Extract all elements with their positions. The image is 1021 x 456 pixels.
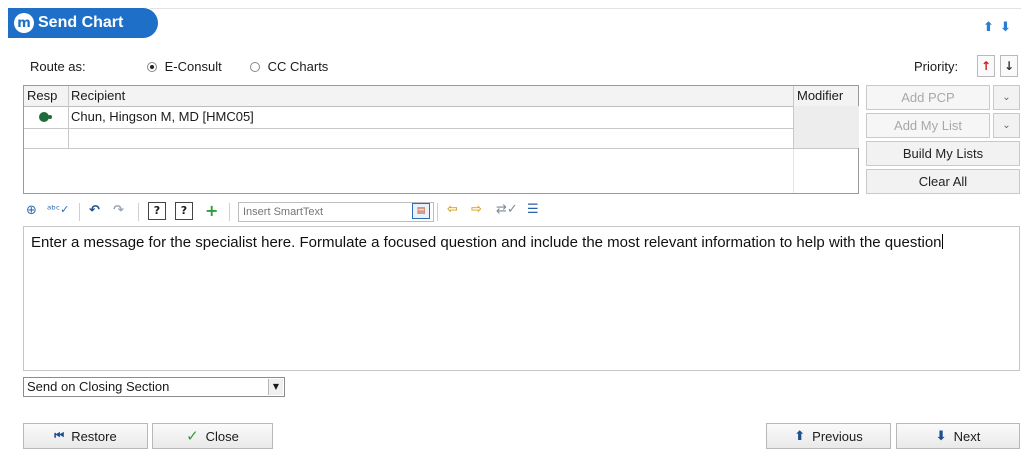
checkmark-icon: ✓	[186, 427, 199, 445]
add-my-list-button[interactable]: Add My List	[866, 113, 990, 138]
restore-icon: ⏮	[54, 429, 65, 442]
window-title: Send Chart	[38, 14, 124, 31]
smarttext-picker-icon[interactable]: ▤	[412, 203, 430, 219]
toolbar-divider	[437, 203, 438, 221]
smartlink-help-icon[interactable]: ?	[175, 202, 193, 220]
add-smarttext-icon[interactable]: +	[205, 201, 218, 220]
send-on-select-value: Send on Closing Section	[27, 379, 170, 394]
insert-smarttext-input[interactable]	[238, 202, 434, 222]
previous-field-icon[interactable]: ⇦	[447, 202, 458, 217]
route-as-label: Route as:	[30, 59, 86, 74]
col-header-recipient[interactable]: Recipient	[68, 86, 793, 105]
close-button[interactable]: ✓ Close	[152, 423, 273, 449]
app-logo-icon: m	[14, 13, 34, 33]
arrow-down-icon: ⬇	[935, 428, 947, 444]
clear-all-button[interactable]: Clear All	[866, 169, 1020, 194]
col-header-modifier[interactable]: Modifier	[794, 86, 858, 105]
chevron-down-icon: ⌄	[1002, 120, 1011, 131]
route-option-cc-charts[interactable]: CC Charts	[250, 59, 328, 74]
previous-label: Previous	[812, 428, 863, 444]
econsult-radio[interactable]	[147, 62, 157, 72]
cc-charts-radio[interactable]	[250, 62, 260, 72]
next-field-icon[interactable]: ⇨	[471, 202, 482, 217]
priority-down-arrow-icon: ↓	[1003, 59, 1015, 73]
window-title-bar: m Send Chart	[8, 8, 158, 38]
message-text: Enter a message for the specialist here.…	[31, 234, 942, 251]
zoom-icon[interactable]: ⊕	[26, 203, 37, 218]
send-on-select[interactable]: Send on Closing Section ▼	[23, 377, 285, 397]
toolbar-divider	[79, 203, 80, 221]
col-header-resp[interactable]: Resp	[24, 86, 68, 105]
modifier-column-bg	[794, 106, 859, 148]
next-label: Next	[953, 428, 981, 444]
priority-up-arrow-icon: ↑	[980, 59, 992, 73]
recipient-empty-cell[interactable]	[68, 128, 793, 148]
text-caret	[941, 234, 943, 249]
add-my-list-dropdown[interactable]: ⌄	[993, 113, 1020, 138]
add-pcp-button[interactable]: Add PCP	[866, 85, 990, 110]
build-my-lists-button[interactable]: Build My Lists	[866, 141, 1020, 166]
restore-label: Restore	[71, 428, 117, 444]
check-fields-icon[interactable]: ⇄✓	[496, 202, 518, 217]
undo-icon[interactable]: ↶	[89, 203, 100, 218]
route-option-econsult[interactable]: E-Consult	[147, 59, 222, 74]
restore-button[interactable]: ⏮ Restore	[23, 423, 148, 449]
add-pcp-dropdown[interactable]: ⌄	[993, 85, 1020, 110]
previous-button[interactable]: ⬆ Previous	[766, 423, 891, 449]
header-divider	[150, 8, 1021, 9]
recipient-cell[interactable]: Chun, Hingson M, MD [HMC05]	[68, 107, 793, 126]
responsible-dot-icon[interactable]	[39, 112, 52, 122]
arrow-up-icon: ⬆	[794, 428, 806, 444]
select-dropdown-icon[interactable]: ▼	[268, 379, 283, 395]
econsult-label: E-Consult	[164, 59, 222, 74]
collapse-up-icon[interactable]: ⬆	[983, 20, 994, 35]
toolbar-divider	[229, 203, 230, 221]
close-label: Close	[205, 428, 239, 444]
redo-icon[interactable]: ↷	[113, 203, 124, 218]
chevron-down-icon: ⌄	[1002, 92, 1011, 103]
priority-down-button[interactable]: ↓	[1000, 55, 1018, 77]
next-button[interactable]: ⬇ Next	[896, 423, 1020, 449]
message-editor[interactable]: Enter a message for the specialist here.…	[23, 226, 1020, 371]
list-icon[interactable]: ☰	[527, 202, 539, 217]
toolbar-divider	[138, 203, 139, 221]
expand-down-icon[interactable]: ⬇	[1000, 20, 1011, 35]
spellcheck-icon[interactable]: ᵃᵇᶜ✓	[47, 203, 69, 216]
priority-up-button[interactable]: ↑	[977, 55, 995, 77]
recipients-table: Resp Recipient Modifier Chun, Hingson M,…	[23, 85, 859, 194]
smartphrase-help-icon[interactable]: ?	[148, 202, 166, 220]
cc-charts-label: CC Charts	[267, 59, 329, 74]
priority-label: Priority:	[914, 59, 959, 74]
